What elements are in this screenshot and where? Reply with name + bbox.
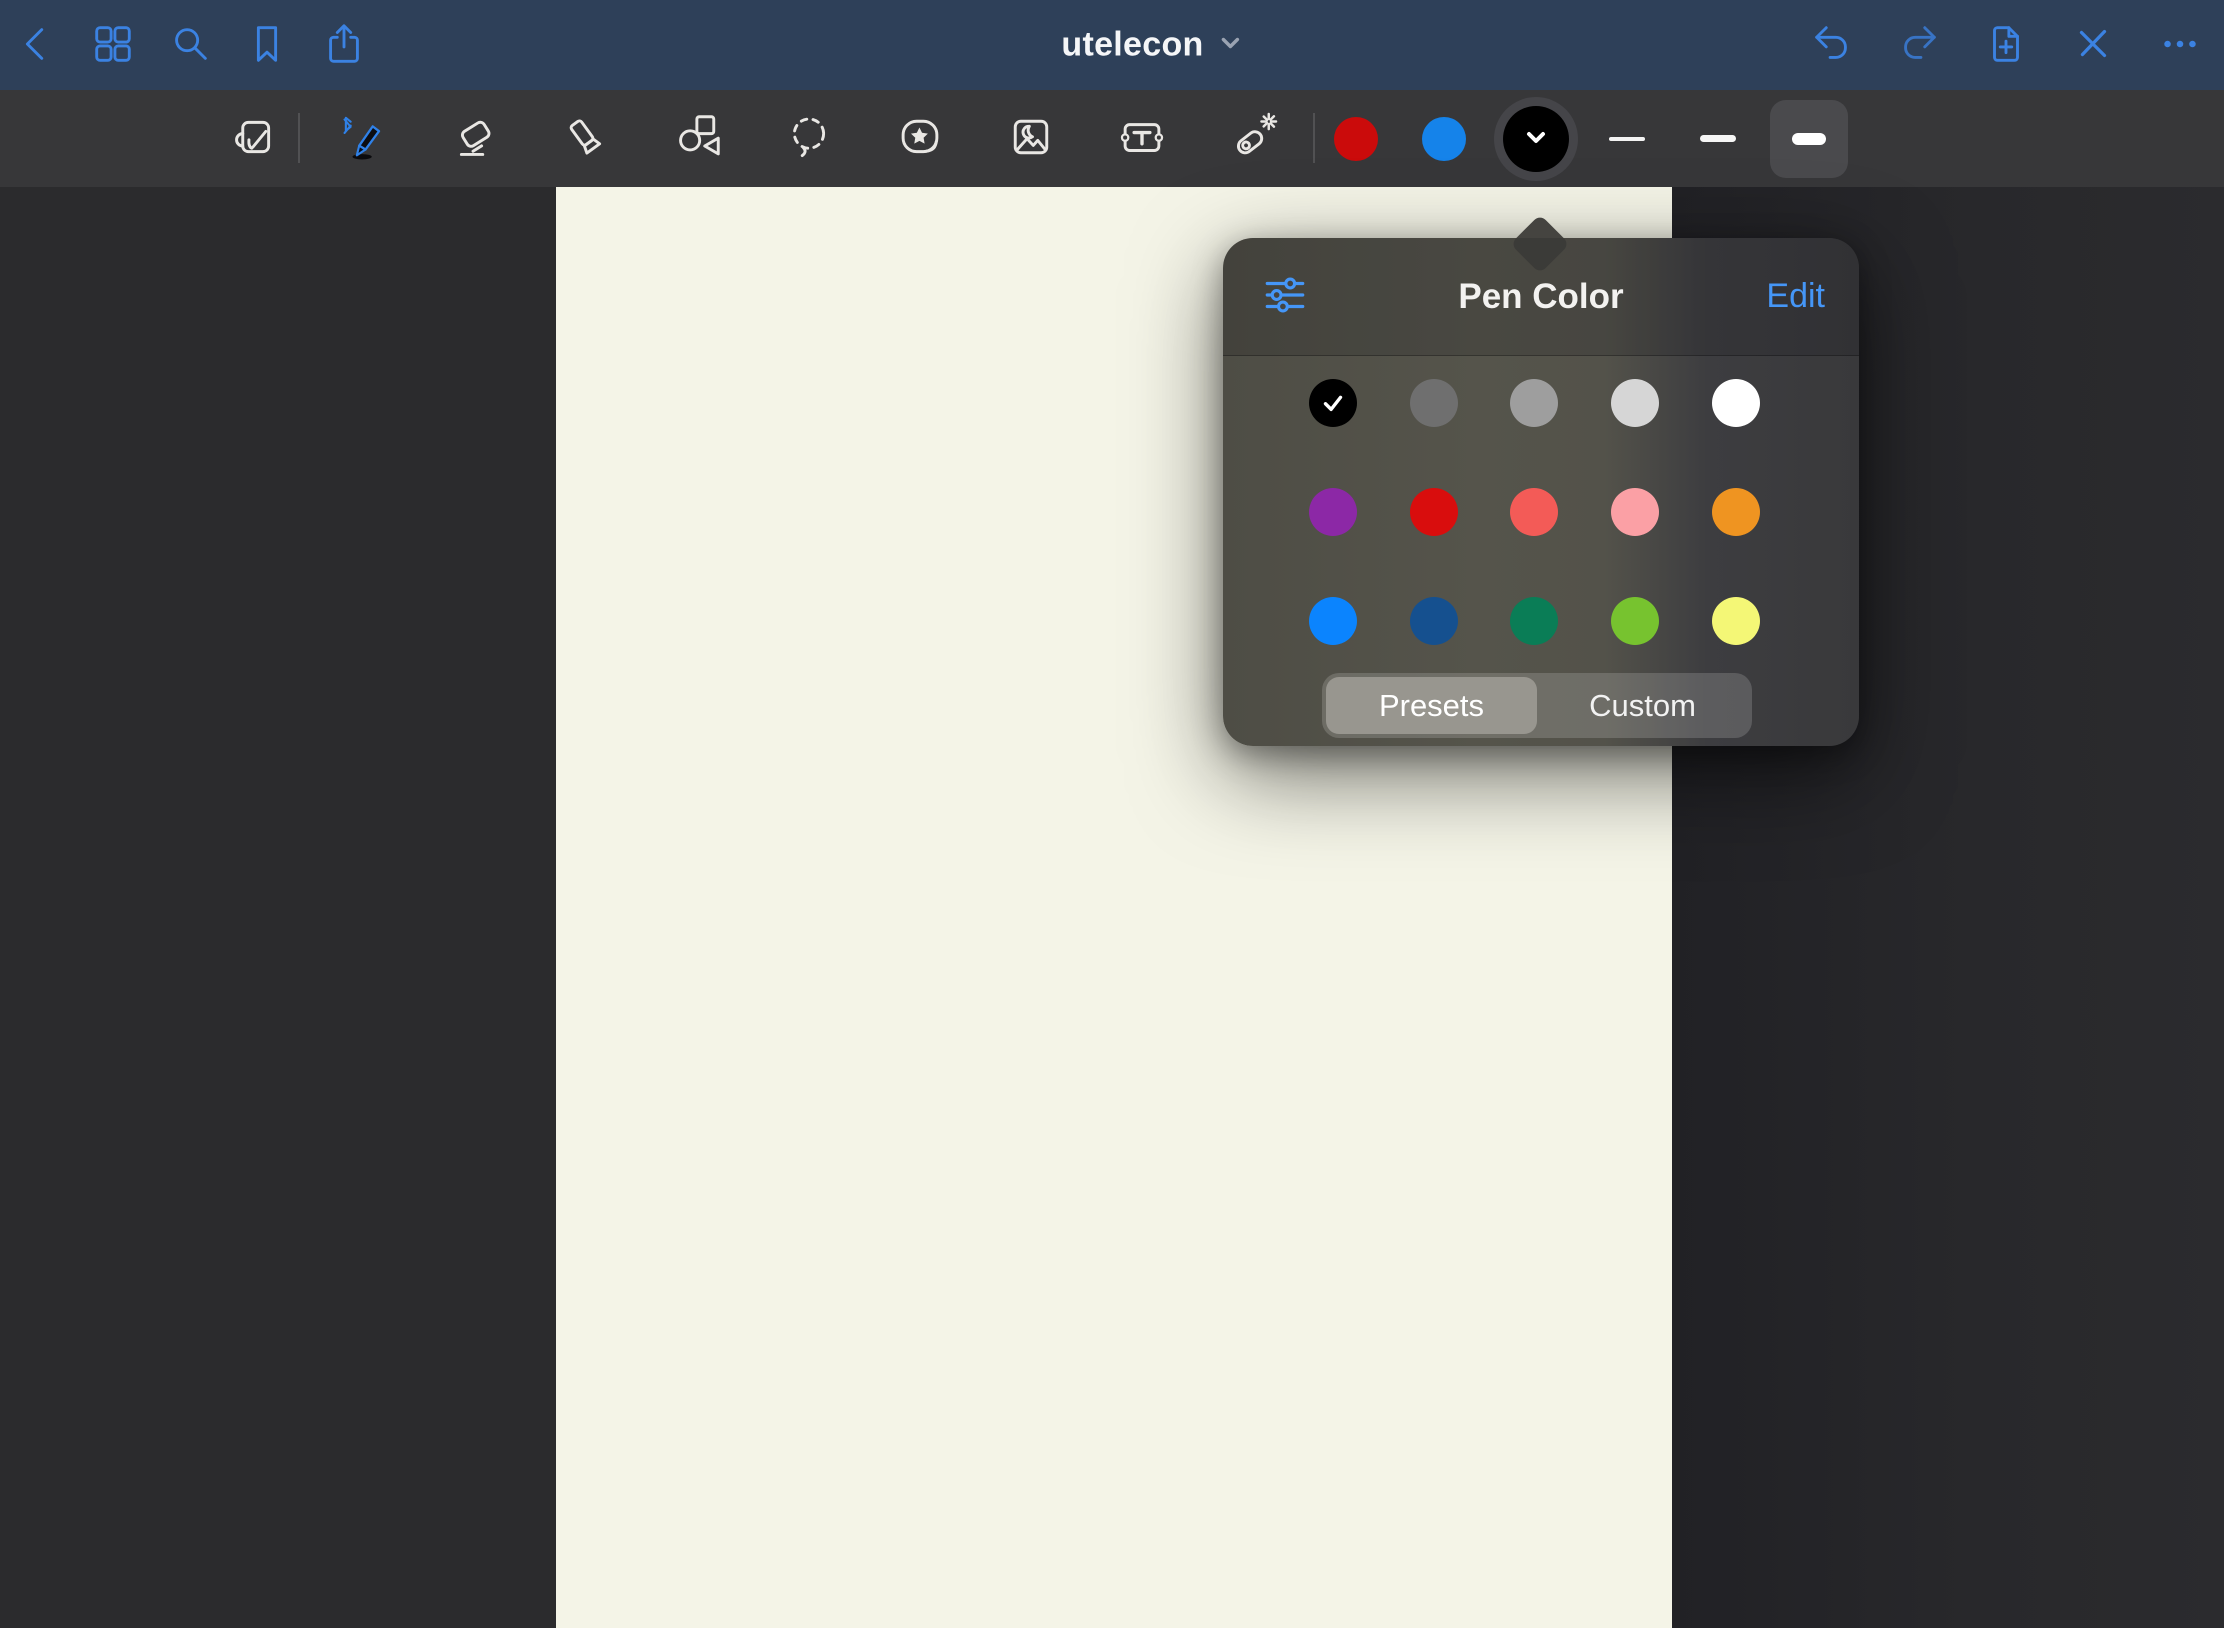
popover-header: Pen Color Edit bbox=[1223, 238, 1859, 356]
chevron-down-icon bbox=[1219, 31, 1243, 60]
stylus-disabled-button[interactable] bbox=[2070, 22, 2116, 68]
medium-stroke-icon bbox=[1700, 135, 1736, 142]
bookmark-icon bbox=[244, 21, 290, 70]
pen-color-option-teal[interactable] bbox=[1510, 597, 1558, 645]
stroke-width-thick-button-selected[interactable] bbox=[1770, 100, 1848, 178]
eraser-tool-button[interactable] bbox=[448, 111, 504, 167]
undo-button[interactable] bbox=[1809, 22, 1855, 68]
toolbar-divider bbox=[1313, 113, 1315, 163]
image-icon bbox=[1004, 110, 1058, 167]
shapes-icon bbox=[671, 110, 725, 167]
share-icon bbox=[321, 21, 367, 70]
share-button[interactable] bbox=[321, 22, 367, 68]
search-button[interactable] bbox=[167, 22, 213, 68]
search-icon bbox=[167, 21, 213, 70]
tab-custom[interactable]: Custom bbox=[1537, 677, 1748, 734]
pen-color-option-dark-gray[interactable] bbox=[1410, 379, 1458, 427]
grid-icon bbox=[90, 21, 136, 70]
redo-button[interactable] bbox=[1896, 22, 1942, 68]
edit-mode-toggle-button[interactable] bbox=[226, 111, 282, 167]
tab-presets[interactable]: Presets bbox=[1326, 677, 1537, 734]
laser-pointer-icon bbox=[1226, 110, 1280, 167]
back-chevron-icon bbox=[13, 21, 59, 70]
text-icon bbox=[1115, 110, 1169, 167]
bookmark-button[interactable] bbox=[244, 22, 290, 68]
shapes-tool-button[interactable] bbox=[670, 111, 726, 167]
undo-icon bbox=[1809, 21, 1855, 70]
pen-color-popover: Pen Color Edit PresetsCustom bbox=[1223, 238, 1859, 746]
elements-tool-button[interactable] bbox=[892, 111, 948, 167]
document-title-group[interactable]: utelecon bbox=[1061, 26, 1242, 65]
pen-color-option-orange[interactable] bbox=[1712, 488, 1760, 536]
sliders-icon bbox=[1262, 272, 1308, 321]
pen-color-swatch-black-selected[interactable] bbox=[1494, 97, 1578, 181]
highlighter-tool-button[interactable] bbox=[559, 111, 615, 167]
back-button[interactable] bbox=[13, 22, 59, 68]
goodnotes-app-window: utelecon bbox=[0, 0, 2224, 1628]
pen-color-option-purple[interactable] bbox=[1309, 488, 1357, 536]
thin-stroke-icon bbox=[1609, 137, 1645, 141]
chevron-down-icon bbox=[1523, 124, 1549, 153]
pen-color-option-black[interactable] bbox=[1309, 379, 1357, 427]
document-title: utelecon bbox=[1061, 26, 1203, 65]
pen-color-option-light-gray[interactable] bbox=[1611, 379, 1659, 427]
edit-colors-button[interactable]: Edit bbox=[1766, 277, 1825, 316]
stylus-crossed-icon bbox=[2070, 21, 2116, 70]
add-page-icon bbox=[1983, 21, 2029, 70]
pen-bluetooth-icon bbox=[338, 110, 392, 167]
pen-color-option-coral[interactable] bbox=[1510, 488, 1558, 536]
toolbar-divider bbox=[298, 113, 300, 163]
pen-color-option-yellow[interactable] bbox=[1712, 597, 1760, 645]
checkmark-icon bbox=[1315, 385, 1351, 421]
pen-color-swatch-red[interactable] bbox=[1334, 117, 1378, 161]
page-thumbnails-button[interactable] bbox=[90, 22, 136, 68]
tool-group bbox=[226, 90, 1281, 187]
pen-color-option-green[interactable] bbox=[1611, 597, 1659, 645]
add-page-button[interactable] bbox=[1983, 22, 2029, 68]
lasso-icon bbox=[782, 110, 836, 167]
top-navigation-bar: utelecon bbox=[0, 0, 2224, 90]
laser-pointer-button[interactable] bbox=[1225, 111, 1281, 167]
thick-stroke-icon bbox=[1792, 133, 1826, 145]
pen-color-option-blue[interactable] bbox=[1309, 597, 1357, 645]
pen-color-option-white[interactable] bbox=[1712, 379, 1760, 427]
pen-tool-button[interactable] bbox=[337, 111, 393, 167]
highlighter-icon bbox=[560, 110, 614, 167]
eraser-icon bbox=[449, 110, 503, 167]
selected-color-circle bbox=[1503, 106, 1569, 172]
ellipsis-icon bbox=[2157, 21, 2203, 70]
topbar-left-group bbox=[13, 0, 367, 90]
lasso-tool-button[interactable] bbox=[781, 111, 837, 167]
text-tool-button[interactable] bbox=[1114, 111, 1170, 167]
pen-color-option-gray[interactable] bbox=[1510, 379, 1558, 427]
pen-color-swatch-blue[interactable] bbox=[1422, 117, 1466, 161]
popover-title: Pen Color bbox=[1223, 277, 1859, 317]
tool-bar bbox=[0, 90, 2224, 187]
pen-color-option-red[interactable] bbox=[1410, 488, 1458, 536]
pen-color-option-pink[interactable] bbox=[1611, 488, 1659, 536]
topbar-right-group bbox=[1809, 0, 2203, 90]
edit-mode-icon bbox=[227, 110, 281, 167]
pen-color-option-navy[interactable] bbox=[1410, 597, 1458, 645]
image-tool-button[interactable] bbox=[1003, 111, 1059, 167]
pen-settings-button[interactable] bbox=[1257, 269, 1313, 325]
redo-icon bbox=[1896, 21, 1942, 70]
stroke-width-medium-button[interactable] bbox=[1700, 104, 1736, 174]
stroke-width-thin-button[interactable] bbox=[1609, 104, 1645, 174]
more-options-button[interactable] bbox=[2157, 22, 2203, 68]
sticker-star-icon bbox=[893, 110, 947, 167]
canvas-area: Pen Color Edit PresetsCustom bbox=[0, 187, 2224, 1628]
presets-custom-segmented-control: PresetsCustom bbox=[1322, 673, 1752, 738]
